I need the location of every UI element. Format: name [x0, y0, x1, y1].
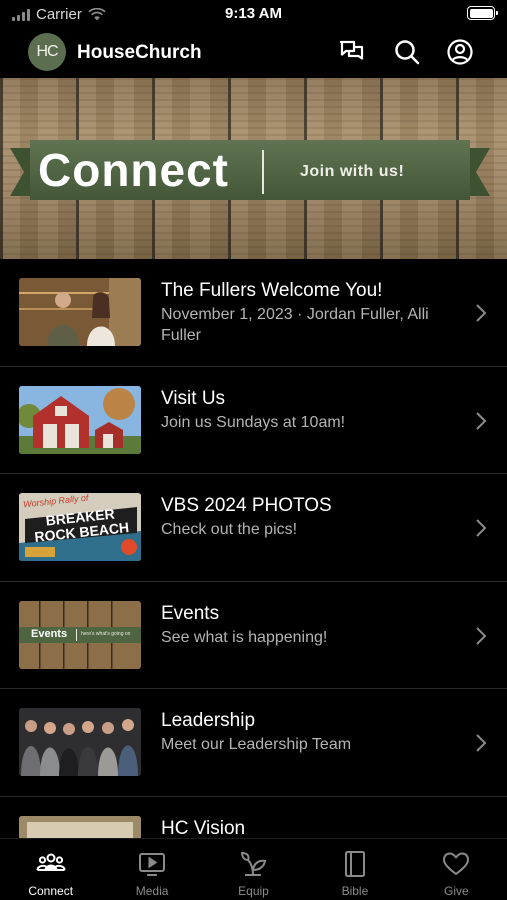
item-subtitle: November 1, 2023 · Jordan Fuller, Alli F…	[161, 306, 429, 344]
leadership-thumbnail	[19, 708, 141, 776]
vbs-thumbnail: Worship Rally of BREAKER ROCK BEACH	[19, 493, 141, 561]
item-title: HC Vision	[161, 817, 246, 839]
item-title: Events	[161, 602, 220, 624]
book-icon	[344, 851, 365, 877]
heart-icon	[443, 852, 470, 875]
tab-connect[interactable]: Connect	[0, 839, 101, 900]
chat-icon[interactable]	[338, 38, 366, 66]
play-icon	[139, 853, 166, 876]
tab-bar: Connect Media Equip Bible Give	[0, 838, 507, 900]
hero-subtitle: Join with us!	[300, 163, 405, 180]
hero-banner[interactable]: Connect Join with us!	[0, 78, 507, 259]
hero-divider	[262, 150, 264, 194]
events-thumb-caption: here's what's going on	[81, 630, 131, 637]
item-title: Leadership	[161, 710, 256, 731]
app-header: HC HouseChurch	[0, 28, 507, 78]
team-photo	[19, 708, 141, 776]
status-bar: Carrier 9:13 AM	[0, 0, 507, 28]
clock: 9:13 AM	[225, 5, 282, 22]
list-item-visit-us[interactable]: Visit Us Join us Sundays at 10am!	[0, 367, 507, 474]
tab-give[interactable]: Give	[406, 839, 507, 900]
events-thumb-title: Events	[31, 627, 68, 640]
fullers-thumbnail	[19, 278, 141, 346]
item-subtitle: Check out the pics!	[161, 521, 298, 538]
item-title: The Fullers Welcome You!	[161, 280, 383, 301]
tab-label: Give	[443, 884, 469, 898]
chevron-right-icon	[476, 626, 487, 645]
content-list: The Fullers Welcome You! November 1, 202…	[0, 259, 507, 900]
church-logo[interactable]: HC	[28, 33, 66, 71]
chevron-right-icon	[476, 519, 487, 537]
barn-photo	[19, 385, 141, 454]
people-icon	[36, 853, 66, 871]
list-item-fullers[interactable]: The Fullers Welcome You! November 1, 202…	[0, 259, 507, 367]
chevron-right-icon	[476, 411, 487, 430]
tab-label: Media	[135, 884, 169, 898]
tab-label: Equip	[238, 884, 269, 898]
couple-photo	[19, 278, 141, 346]
tab-bible[interactable]: Bible	[304, 839, 405, 900]
item-subtitle: See what is happening!	[161, 628, 328, 646]
profile-icon[interactable]	[446, 38, 474, 66]
chevron-right-icon	[476, 304, 487, 322]
tab-label: Bible	[341, 884, 369, 898]
tab-media[interactable]: Media	[101, 839, 202, 900]
events-thumbnail: Events here's what's going on	[19, 600, 141, 669]
item-title: VBS 2024 PHOTOS	[161, 495, 332, 516]
list-item-leadership[interactable]: Leadership Meet our Leadership Team	[0, 689, 507, 797]
visit-us-thumbnail	[19, 385, 141, 454]
hero-title: Connect	[38, 144, 229, 196]
seedling-icon	[240, 851, 266, 876]
item-title: Visit Us	[161, 387, 226, 409]
tab-label: Connect	[28, 884, 74, 898]
item-subtitle: Join us Sundays at 10am!	[161, 413, 346, 431]
item-subtitle: Meet our Leadership Team	[161, 736, 352, 753]
list-item-vbs-photos[interactable]: Worship Rally of BREAKER ROCK BEACH VBS …	[0, 474, 507, 582]
search-icon[interactable]	[393, 38, 421, 66]
chevron-right-icon	[476, 734, 487, 752]
app-title: HouseChurch	[77, 42, 202, 63]
battery-icon	[467, 6, 498, 20]
tab-equip[interactable]: Equip	[203, 839, 304, 900]
list-item-events[interactable]: Events here's what's going on Events See…	[0, 582, 507, 689]
